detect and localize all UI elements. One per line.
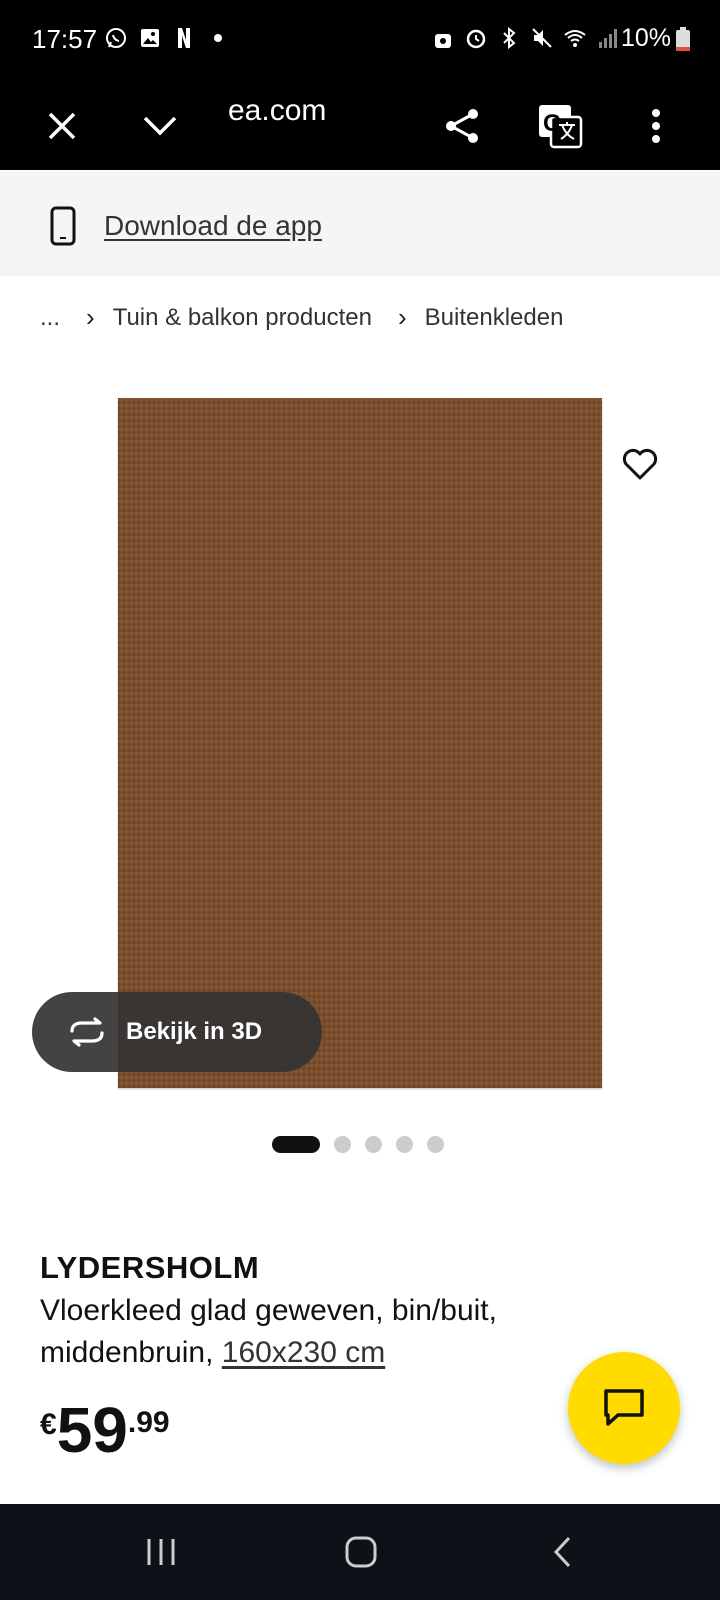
- download-app-link[interactable]: Download de app: [104, 210, 322, 242]
- home-icon: [345, 1536, 377, 1568]
- alarm-icon: [466, 29, 486, 49]
- chat-button[interactable]: [568, 1352, 680, 1464]
- close-button[interactable]: [36, 100, 88, 152]
- bluetooth-icon: [503, 26, 516, 50]
- image-pagination: [272, 1136, 444, 1153]
- price-currency: €: [40, 1408, 57, 1441]
- system-nav-bar: [0, 1504, 720, 1600]
- favorite-button[interactable]: [620, 444, 660, 484]
- mute-icon: [532, 28, 552, 48]
- whatsapp-icon: [106, 28, 126, 48]
- more-options-button[interactable]: [630, 100, 682, 152]
- heart-icon: [622, 448, 658, 480]
- signal-icon: [599, 29, 617, 48]
- back-button[interactable]: [538, 1532, 588, 1572]
- chevron-down-icon: [143, 116, 177, 136]
- product-description: Vloerkleed glad geweven, bin/buit, midde…: [40, 1290, 600, 1374]
- home-button[interactable]: [336, 1532, 386, 1572]
- back-icon: [553, 1536, 571, 1568]
- breadcrumb-ellipsis[interactable]: ...: [40, 304, 60, 332]
- gallery-icon: [141, 29, 159, 47]
- recents-icon: [147, 1539, 175, 1565]
- translate-button[interactable]: G: [534, 100, 586, 152]
- breadcrumb-item-garden[interactable]: Tuin & balkon producten: [113, 304, 372, 332]
- rotate-3d-icon: [70, 1017, 104, 1047]
- wifi-icon: [564, 30, 586, 47]
- view-in-3d-label: Bekijk in 3D: [126, 1018, 263, 1045]
- product-image[interactable]: [118, 398, 602, 1088]
- product-name: LYDERSHOLM: [40, 1250, 260, 1285]
- price-integer: 59: [56, 1394, 128, 1466]
- pagination-dot-2[interactable]: [334, 1136, 351, 1153]
- product-price: € 59 .99: [40, 1398, 170, 1462]
- dot-icon: [214, 34, 222, 42]
- chat-icon: [604, 1389, 644, 1426]
- url-text[interactable]: ea.com: [228, 94, 326, 128]
- view-in-3d-button[interactable]: Bekijk in 3D: [32, 992, 322, 1072]
- close-icon: [48, 112, 76, 140]
- status-time: 17:57: [32, 24, 98, 54]
- battery-percentage: 10%: [620, 24, 671, 52]
- lock-icon: [435, 34, 451, 48]
- share-icon: [446, 109, 478, 143]
- chevron-right-icon: ›: [397, 302, 407, 332]
- status-bar: 17:57 10%: [0, 0, 720, 82]
- product-size-link[interactable]: 160x230 cm: [222, 1336, 385, 1369]
- pagination-dot-3[interactable]: [365, 1136, 382, 1153]
- battery-icon: [676, 26, 690, 51]
- more-icon: [652, 109, 660, 143]
- breadcrumb: ... › Tuin & balkon producten › Buitenkl…: [40, 302, 563, 333]
- app-download-banner: Download de app: [0, 172, 720, 276]
- recents-button[interactable]: [136, 1532, 186, 1572]
- collapse-button[interactable]: [134, 100, 186, 152]
- netflix-icon: [178, 28, 190, 48]
- pagination-dot-1[interactable]: [272, 1136, 320, 1153]
- price-decimals: .99: [127, 1406, 170, 1439]
- share-button[interactable]: [436, 100, 488, 152]
- pagination-dot-4[interactable]: [396, 1136, 413, 1153]
- pagination-dot-5[interactable]: [427, 1136, 444, 1153]
- svg-text:G: G: [543, 110, 562, 137]
- translate-icon: G: [539, 105, 583, 149]
- breadcrumb-item-outdoor-rugs[interactable]: Buitenkleden: [425, 304, 564, 332]
- browser-toolbar: G: [0, 82, 720, 170]
- chevron-right-icon: ›: [86, 302, 95, 332]
- phone-icon: [50, 206, 76, 246]
